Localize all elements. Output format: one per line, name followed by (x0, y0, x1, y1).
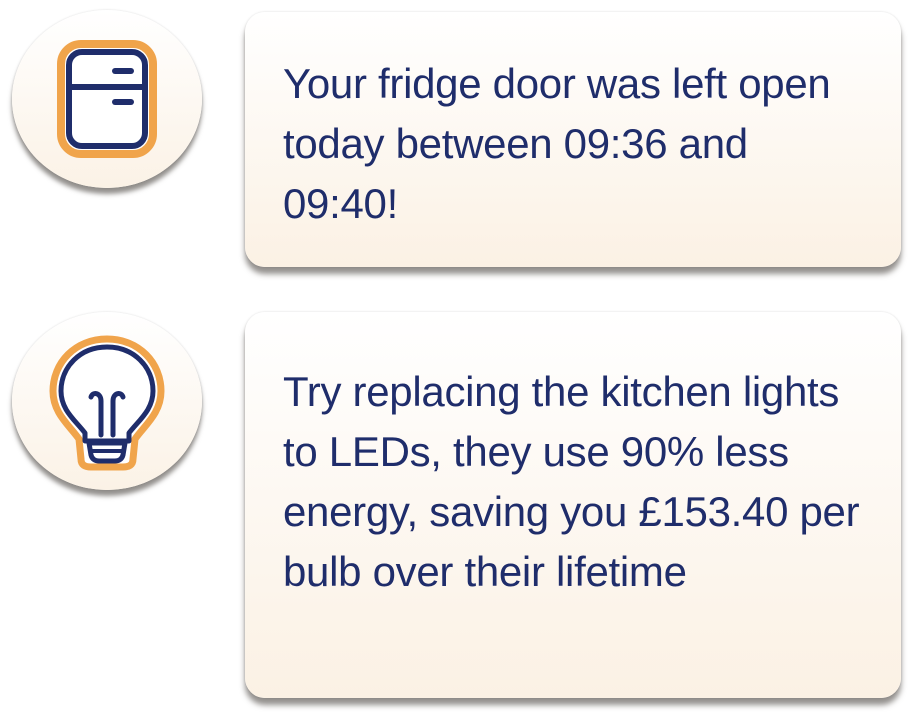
notification-2-icon-badge (12, 312, 202, 490)
notification-card-lighting-tip: Try replacing the kitchen lights to LEDs… (245, 312, 901, 698)
notification-message: Your fridge door was left open today bet… (283, 60, 831, 227)
notification-card-fridge: Your fridge door was left open today bet… (245, 12, 901, 267)
notification-message: Try replacing the kitchen lights to LEDs… (283, 368, 860, 595)
fridge-icon (57, 40, 157, 158)
notification-1-icon-badge (12, 10, 202, 188)
lightbulb-icon (49, 335, 165, 471)
